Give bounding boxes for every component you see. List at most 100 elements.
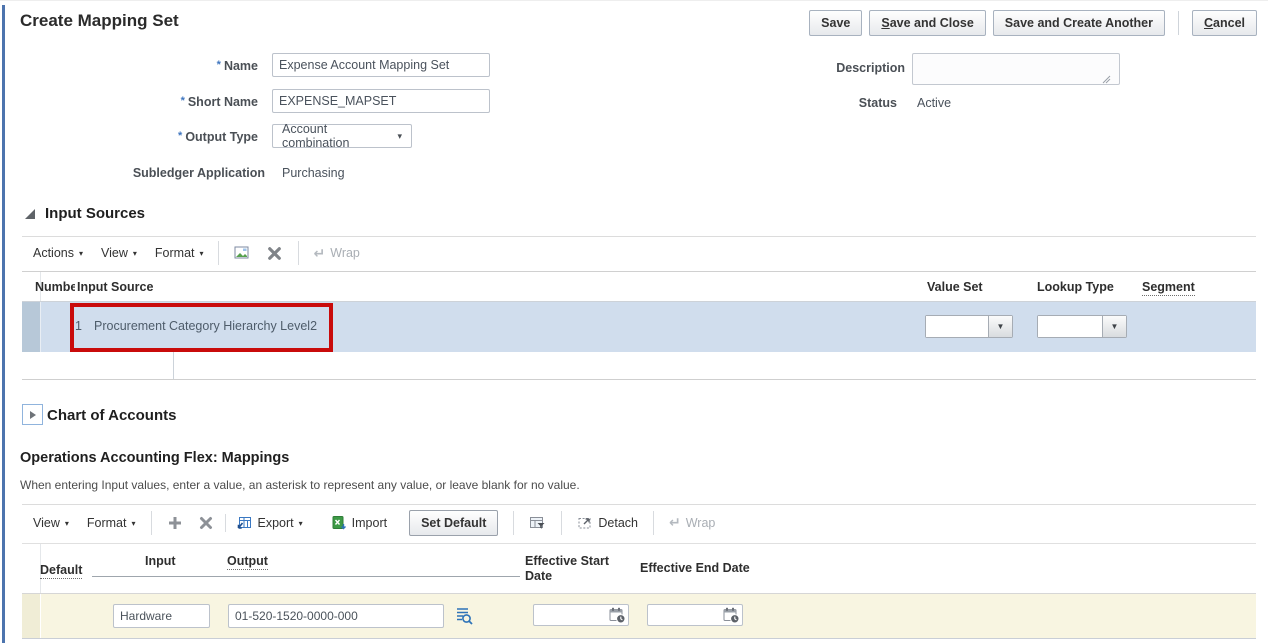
button-divider — [1178, 11, 1179, 35]
toolbar-divider — [150, 510, 152, 535]
resize-handle-icon[interactable] — [1102, 75, 1111, 84]
dropdown-button[interactable]: ▼ — [988, 316, 1012, 337]
query-by-example-button[interactable] — [529, 515, 546, 531]
delete-row-button[interactable] — [266, 245, 283, 262]
filter-table-icon — [530, 516, 545, 529]
lookup-type-selected-value — [1038, 316, 1102, 337]
column-header-default[interactable]: Default — [40, 563, 83, 579]
view-menu[interactable]: View ▾ — [101, 246, 137, 260]
mapping-output-field[interactable] — [228, 604, 444, 628]
row-selector-cell[interactable] — [22, 302, 41, 352]
output-type-select[interactable]: Account combination ▾ — [272, 122, 412, 150]
caret-down-icon: ▾ — [132, 249, 137, 258]
create-mapping-set-page: Create Mapping Set Save Save and Close S… — [0, 0, 1268, 643]
caret-down-icon: ▾ — [79, 249, 84, 258]
column-header-input-source[interactable]: Input Source — [77, 280, 153, 294]
column-header-number[interactable]: Numbe — [35, 280, 75, 294]
subledger-application-value: Purchasing — [282, 166, 345, 180]
output-type-selected-value: Account combination — [282, 122, 350, 150]
row-selector-cell[interactable] — [22, 594, 41, 638]
chart-of-accounts-expand-button[interactable] — [22, 404, 43, 425]
calendar-clock-icon[interactable] — [723, 607, 740, 624]
mapping-input-field[interactable] — [113, 604, 210, 628]
input-source-table-row[interactable]: 1 Procurement Category Hierarchy Level2 … — [22, 302, 1256, 352]
view-menu[interactable]: View ▾ — [33, 516, 69, 530]
wrap-icon: ↵ — [313, 244, 326, 261]
import-icon — [332, 515, 346, 529]
name-label: * Name — [216, 59, 258, 73]
delete-x-icon — [199, 516, 212, 529]
mappings-instruction-text: When entering Input values, enter a valu… — [20, 478, 580, 492]
calendar-clock-icon[interactable] — [609, 607, 626, 624]
caret-down-icon: ▼ — [996, 322, 1005, 331]
output-lookup-button[interactable] — [454, 606, 473, 625]
toolbar-divider — [224, 513, 226, 532]
caret-down-icon: ▾ — [131, 518, 136, 528]
toolbar-divider — [653, 510, 654, 535]
column-header-lookup-type[interactable]: Lookup Type — [1037, 280, 1114, 294]
page-left-accent-bar — [2, 5, 5, 643]
caret-down-icon: ▾ — [199, 249, 204, 258]
name-input[interactable] — [272, 53, 490, 77]
export-menu[interactable]: Export ▾ — [237, 515, 303, 531]
save-button[interactable]: Save — [809, 10, 863, 36]
column-header-segment[interactable]: Segment — [1142, 280, 1195, 296]
caret-down-icon: ▾ — [397, 130, 402, 141]
short-name-input[interactable] — [272, 89, 490, 113]
input-sources-table-header: Numbe Input Source Value Set Lookup Type… — [22, 271, 1256, 302]
add-mapping-button[interactable] — [167, 515, 183, 531]
effective-end-date-field[interactable] — [647, 604, 743, 626]
save-and-close-button[interactable]: Save and Close — [869, 10, 986, 36]
header-action-bar: Save Save and Close Save and Create Anot… — [809, 10, 1257, 36]
save-and-create-another-button[interactable]: Save and Create Another — [992, 10, 1165, 36]
caret-down-icon: ▾ — [64, 518, 69, 528]
input-sources-section-header[interactable]: Input Sources — [24, 205, 145, 222]
output-type-label: * Output Type — [178, 130, 258, 144]
required-icon: * — [216, 59, 221, 71]
toolbar-divider — [513, 510, 515, 535]
value-set-select[interactable]: ▼ — [925, 315, 1013, 338]
toolbar-divider — [297, 241, 299, 265]
detach-button[interactable]: Detach — [577, 515, 638, 531]
column-header-input[interactable]: Input — [145, 554, 176, 568]
plus-icon — [168, 516, 181, 529]
format-menu[interactable]: Format ▾ — [155, 246, 204, 260]
delete-mapping-button[interactable] — [198, 515, 214, 531]
lookup-type-select[interactable]: ▼ — [1037, 315, 1127, 338]
table-bottom-border — [22, 379, 1256, 380]
page-title: Create Mapping Set — [20, 11, 179, 30]
column-header-value-set[interactable]: Value Set — [927, 280, 983, 294]
description-label: Description — [836, 61, 905, 75]
add-row-button[interactable] — [233, 244, 251, 262]
cancel-button[interactable]: Cancel — [1192, 10, 1257, 36]
set-default-button[interactable]: Set Default — [409, 509, 499, 536]
caret-down-icon: ▾ — [298, 518, 303, 528]
column-header-output[interactable]: Output — [227, 554, 268, 570]
wrap-button[interactable]: ↵ Wrap — [314, 245, 360, 262]
required-icon: * — [180, 95, 185, 107]
toolbar-divider — [217, 241, 219, 265]
toolbar-divider — [561, 510, 563, 535]
mapping-table-row[interactable] — [22, 594, 1256, 638]
column-header-effective-end-date[interactable]: Effective End Date — [640, 561, 750, 575]
wrap-button[interactable]: ↵ Wrap — [669, 514, 715, 531]
dropdown-button[interactable]: ▼ — [1102, 316, 1126, 337]
wrap-icon: ↵ — [669, 514, 681, 530]
mappings-toolbar: View ▾ Format ▾ Export ▾ Import Set Defa… — [22, 504, 1256, 540]
export-icon — [237, 516, 251, 529]
column-group-divider — [92, 576, 520, 577]
mappings-table-header: Default Input Output Effective Start Dat… — [22, 543, 1256, 594]
description-textarea[interactable] — [912, 53, 1120, 85]
actions-menu[interactable]: Actions ▾ — [33, 246, 83, 260]
short-name-label: * Short Name — [180, 95, 258, 109]
value-set-selected-value — [926, 316, 988, 337]
effective-start-date-field[interactable] — [533, 604, 629, 626]
import-button[interactable]: Import — [331, 515, 387, 531]
mappings-title: Operations Accounting Flex: Mappings — [20, 450, 290, 466]
collapse-triangle-icon — [25, 208, 35, 219]
format-menu[interactable]: Format ▾ — [87, 516, 136, 530]
search-list-icon — [457, 608, 473, 625]
expand-triangle-icon — [29, 410, 36, 419]
input-sources-toolbar: Actions ▾ View ▾ Format ▾ ↵ Wrap — [22, 236, 1256, 269]
column-header-effective-start-date[interactable]: Effective Start Date — [525, 554, 611, 584]
